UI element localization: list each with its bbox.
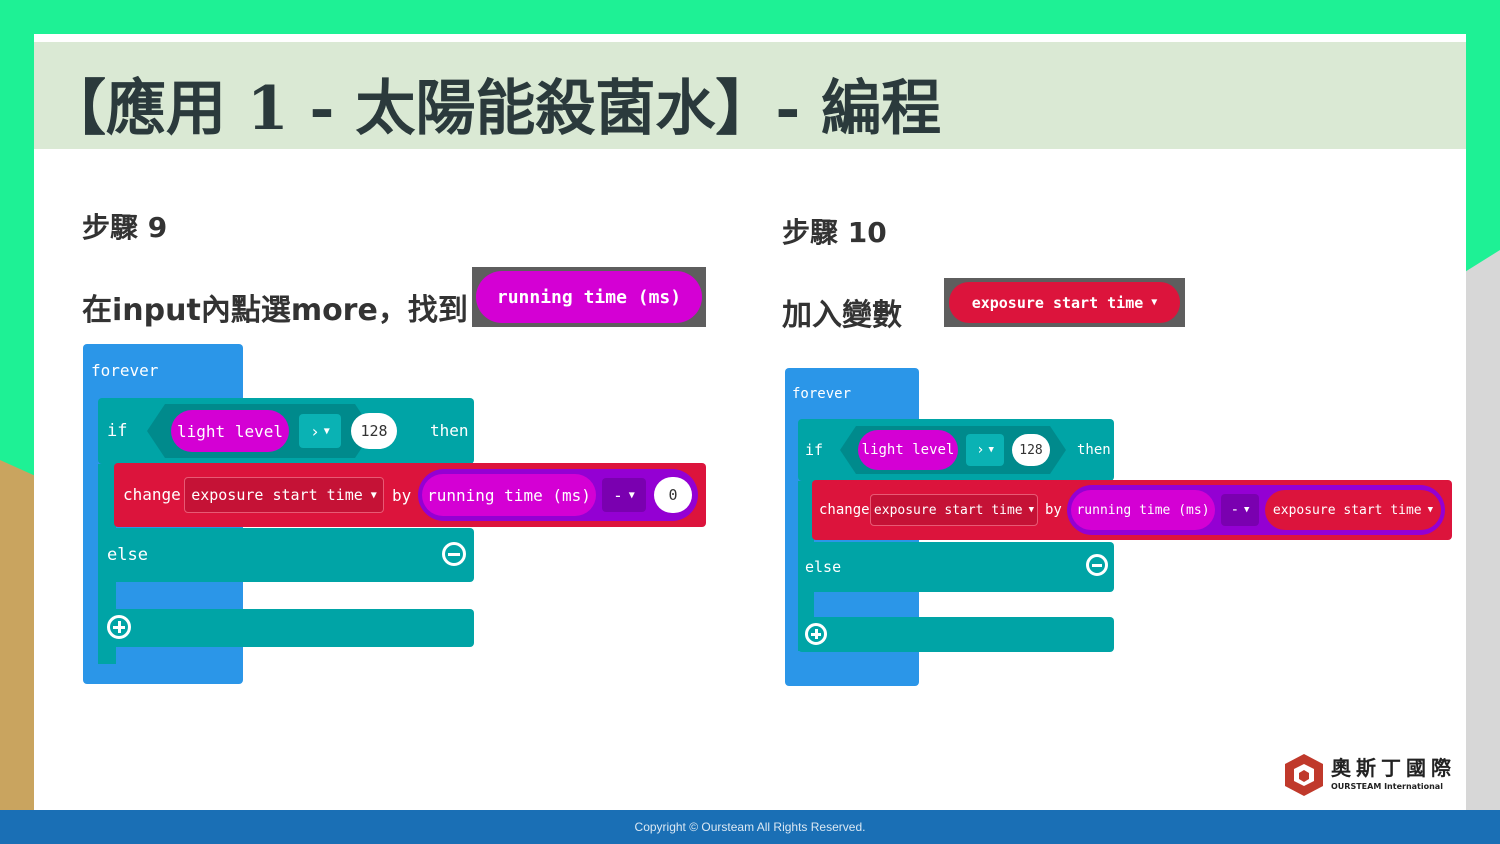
variable-name: exposure start time (191, 486, 363, 504)
slide-title: 【應用 1 - 太陽能殺菌水】- 編程 (46, 74, 942, 144)
else-block[interactable] (98, 528, 474, 582)
add-else-icon[interactable] (107, 615, 131, 639)
running-time-chip[interactable]: running time (ms) (476, 271, 702, 323)
chevron-down-icon: ▼ (1427, 505, 1434, 515)
footer: Copyright © Oursteam All Rights Reserved… (0, 810, 1500, 844)
chip-variable-name: exposure start time (971, 293, 1144, 312)
chevron-down-icon: ▼ (1028, 505, 1035, 515)
else-block[interactable] (798, 542, 1114, 592)
chip-frame: exposure start time ▼ (944, 278, 1185, 327)
change-label: change (123, 485, 181, 504)
logo-subtitle: OURSTEAM International (1331, 782, 1443, 791)
minus-dropdown[interactable]: - ▼ (1221, 494, 1259, 526)
add-else-icon[interactable] (805, 623, 827, 645)
exposure-start-time-chip[interactable]: exposure start time ▼ (949, 282, 1180, 323)
operand-input[interactable]: 0 (654, 477, 692, 513)
chevron-down-icon: ▼ (988, 445, 994, 455)
else-label: else (107, 545, 148, 565)
step-9-instruction: 在input內點選more，找到 (82, 293, 468, 328)
by-label: by (1045, 502, 1062, 518)
step-9-heading: 步驟 9 (82, 211, 168, 244)
running-time-reporter[interactable]: running time (ms) (1071, 490, 1215, 530)
variable-dropdown[interactable]: exposure start time ▼ (870, 494, 1038, 526)
title-bar: 【應用 1 - 太陽能殺菌水】- 編程 (34, 42, 1466, 149)
if-block-footer (798, 617, 1114, 652)
then-label: then (430, 421, 469, 440)
if-label: if (805, 441, 824, 459)
operator-dropdown[interactable]: › ▼ (299, 414, 341, 448)
chevron-down-icon: ▼ (1244, 505, 1250, 515)
company-logo: 奧斯丁國際 OURSTEAM International (1283, 752, 1458, 798)
step-10-heading: 步驟 10 (782, 216, 887, 249)
minus-symbol: - (1230, 502, 1239, 518)
chevron-down-icon: ▼ (1151, 297, 1158, 308)
exposure-start-time-reporter[interactable]: exposure start time ▼ (1265, 490, 1441, 530)
step-10-instruction: 加入變數 (782, 298, 902, 333)
operand-variable-name: exposure start time (1272, 502, 1422, 518)
else-label: else (805, 558, 842, 576)
then-label: then (1077, 442, 1111, 458)
chevron-down-icon: ▼ (323, 425, 330, 437)
remove-else-icon[interactable] (442, 542, 466, 566)
running-time-reporter[interactable]: running time (ms) (422, 474, 596, 516)
cube-logo-icon (1285, 754, 1323, 796)
if-label: if (107, 421, 128, 441)
chevron-down-icon: ▼ (628, 489, 635, 501)
remove-else-icon[interactable] (1086, 554, 1108, 576)
operator-dropdown[interactable]: › ▼ (966, 434, 1004, 466)
light-level-reporter[interactable]: light level (171, 410, 289, 452)
chevron-down-icon: ▼ (370, 489, 377, 501)
slide: 【應用 1 - 太陽能殺菌水】- 編程 步驟 9 在input內點選more，找… (34, 34, 1466, 810)
minus-symbol: - (613, 485, 623, 505)
logo-name: 奧斯丁國際 (1331, 756, 1456, 780)
chip-frame: running time (ms) (472, 267, 706, 327)
threshold-input[interactable]: 128 (1012, 434, 1050, 466)
light-level-reporter[interactable]: light level (858, 430, 958, 470)
footer-copyright: Copyright © Oursteam All Rights Reserved… (634, 820, 866, 834)
variable-name: exposure start time (873, 502, 1023, 518)
forever-label: forever (792, 386, 852, 402)
decor-gray-edge (1460, 250, 1500, 844)
threshold-input[interactable]: 128 (351, 413, 397, 449)
variable-dropdown[interactable]: exposure start time ▼ (184, 477, 384, 513)
minus-dropdown[interactable]: - ▼ (602, 478, 646, 512)
operator-symbol: › (310, 421, 320, 441)
forever-label: forever (91, 361, 159, 380)
if-block-footer (98, 609, 474, 647)
by-label: by (392, 486, 412, 505)
change-label: change (819, 502, 870, 518)
operator-symbol: › (976, 442, 985, 458)
